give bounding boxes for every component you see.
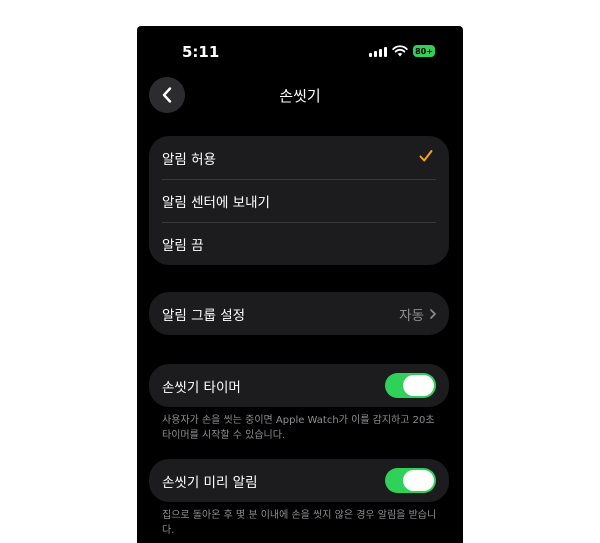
option-label: 알림 허용 — [162, 151, 216, 168]
handwashing-reminder-toggle[interactable] — [385, 468, 436, 493]
battery-icon: 80+ — [413, 45, 435, 57]
grouping-label: 알림 그룹 설정 — [162, 307, 246, 324]
status-time: 5:11 — [182, 43, 220, 61]
grouping-value-text: 자동 — [399, 307, 424, 324]
wifi-icon — [392, 45, 408, 57]
cellular-signal-icon — [369, 46, 387, 57]
option-label: 알림 끔 — [162, 237, 204, 254]
handwashing-reminder-row: 손씻기 미리 알림 — [149, 459, 449, 502]
page-title: 손씻기 — [279, 87, 321, 105]
handwashing-timer-row: 손씻기 타이머 — [149, 364, 449, 407]
reminder-group: 손씻기 미리 알림 — [149, 459, 449, 502]
option-send-to-notification-center[interactable]: 알림 센터에 보내기 — [149, 179, 449, 222]
grouping-group: 알림 그룹 설정 자동 — [149, 292, 449, 335]
alert-options-group: 알림 허용 알림 센터에 보내기 알림 끔 — [149, 136, 449, 265]
timer-label: 손씻기 타이머 — [162, 379, 241, 396]
reminder-footnote: 집으로 돌아온 후 몇 분 이내에 손을 씻지 않은 경우 알림을 받습니다. — [162, 510, 437, 536]
option-label: 알림 센터에 보내기 — [162, 194, 270, 211]
status-icons: 80+ — [369, 44, 435, 58]
checkmark-icon — [419, 150, 433, 162]
chevron-right-icon — [430, 308, 436, 319]
timer-footnote: 사용자가 손을 씻는 중이면 Apple Watch가 이를 감지하고 20초 … — [162, 415, 435, 441]
grouping-value: 자동 — [399, 304, 436, 324]
reminder-label: 손씻기 미리 알림 — [162, 474, 258, 491]
timer-group: 손씻기 타이머 — [149, 364, 449, 407]
handwashing-timer-toggle[interactable] — [385, 373, 436, 398]
phone-screen: 5:11 80+ 손씻기 알림 허용 알림 센터에 보내기 알림 끔 알림 그룹… — [137, 26, 463, 543]
notification-grouping-row[interactable]: 알림 그룹 설정 자동 — [149, 292, 449, 335]
option-alerts-off[interactable]: 알림 끔 — [149, 222, 449, 265]
option-allow-alerts[interactable]: 알림 허용 — [149, 136, 449, 179]
